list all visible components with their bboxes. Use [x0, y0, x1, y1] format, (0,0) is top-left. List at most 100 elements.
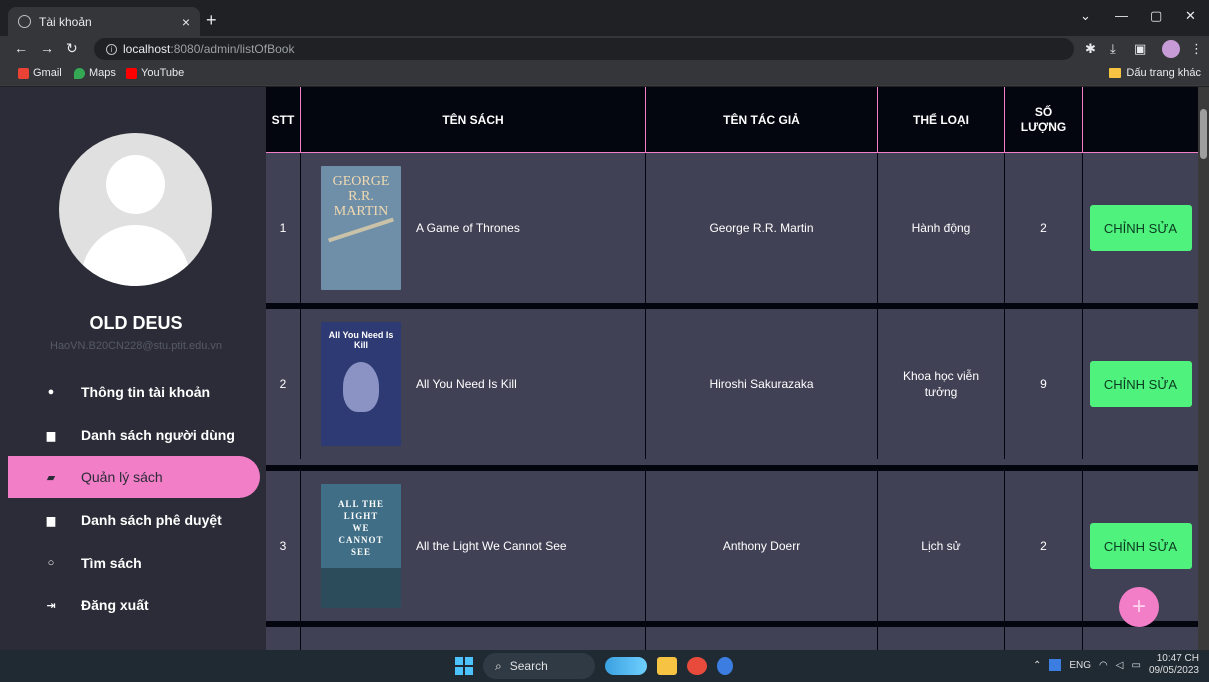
table-row: 2 All You Need Is Kill All You Need Is K… — [266, 309, 1198, 459]
windows-start-icon[interactable] — [455, 657, 473, 675]
page-content: OLD DEUS HaoVN.B20CN228@stu.ptit.edu.vn … — [0, 87, 1209, 650]
new-tab-button[interactable]: + — [206, 10, 217, 31]
book-open-icon: ▰ — [46, 471, 56, 484]
address-book-icon: ▆ — [46, 429, 56, 442]
sidebar-item-label: Đăng xuất — [81, 597, 149, 613]
chevron-up-icon[interactable]: ⌃ — [1033, 660, 1041, 671]
cell-author: Hiroshi Sakurazaka — [646, 309, 878, 459]
windows-taskbar: ⌕ Search ⌃ ENG ◠ ◁ ▭ 10:47 CH 09/05/2023 — [0, 650, 1209, 682]
cell-quantity: 2 — [1005, 153, 1083, 303]
app-tray-icon[interactable] — [1049, 659, 1062, 671]
book-icon: ▆ — [46, 514, 56, 527]
gmail-icon — [18, 67, 29, 79]
search-icon: ○ — [47, 557, 55, 569]
cell-quantity: 2 — [1005, 471, 1083, 621]
book-title: All the Light We Cannot See — [416, 539, 567, 553]
site-info-icon[interactable]: i — [106, 43, 117, 55]
menu-icon[interactable]: ⋮ — [1190, 41, 1203, 57]
language-indicator[interactable]: ENG — [1069, 660, 1091, 671]
forward-icon[interactable]: → — [40, 40, 54, 56]
book-cover-image: All You Need Is Kill — [321, 322, 401, 446]
header-quantity: SỐ LƯỢNG — [1005, 87, 1083, 153]
page-scrollbar[interactable] — [1198, 87, 1209, 650]
cell-title: ALL THE LIGHT WE CANNOT SEE All the Ligh… — [301, 471, 646, 621]
sidebar-item-book-management[interactable]: ▰ Quản lý sách — [8, 456, 260, 498]
book-table: STT TÊN SÁCH TÊN TÁC GIẢ THỂ LOẠI SỐ LƯỢ… — [266, 87, 1198, 650]
cell-title: All You Need Is Kill All You Need Is Kil… — [301, 309, 646, 459]
username: OLD DEUS — [89, 313, 183, 333]
sidebar-item-logout[interactable]: ⇥ Đăng xuất — [8, 584, 260, 626]
download-icon[interactable]: ⤓ — [1110, 41, 1116, 57]
file-explorer-icon[interactable] — [657, 657, 677, 675]
other-bookmarks[interactable]: Dấu trang khác — [1109, 67, 1201, 79]
search-icon: ⌕ — [495, 658, 502, 673]
app-icon[interactable] — [717, 657, 733, 675]
cell-stt: 1 — [266, 153, 301, 303]
close-tab-icon[interactable]: × — [182, 14, 190, 30]
user-email: HaoVN.B20CN228@stu.ptit.edu.vn — [50, 340, 222, 352]
reload-icon[interactable]: ↻ — [66, 40, 78, 57]
sidebar-item-label: Danh sách phê duyệt — [81, 512, 222, 528]
cell-stt: 2 — [266, 309, 301, 459]
bookmark-maps[interactable]: Maps — [74, 67, 116, 79]
url-path: :8080/admin/listOfBook — [170, 42, 295, 56]
maps-icon — [74, 67, 85, 79]
battery-icon[interactable]: ▭ — [1131, 660, 1140, 671]
browser-tab-strip: Tài khoản × + ⌄ — ▢ ✕ — [0, 0, 1209, 36]
book-title: All You Need Is Kill — [416, 377, 517, 391]
widgets-icon[interactable] — [605, 657, 647, 675]
close-window-icon[interactable]: ✕ — [1185, 8, 1196, 24]
book-cover-image: GEORGE R.R. MARTIN — [321, 166, 401, 290]
extensions-icon[interactable]: ✱ — [1085, 41, 1096, 57]
sidebar: OLD DEUS HaoVN.B20CN228@stu.ptit.edu.vn … — [0, 87, 266, 650]
bookmark-youtube[interactable]: YouTube — [126, 67, 184, 79]
globe-icon — [18, 15, 31, 28]
header-title: TÊN SÁCH — [301, 87, 646, 153]
sign-out-icon: ⇥ — [46, 599, 56, 612]
scrollbar-thumb[interactable] — [1200, 109, 1207, 159]
taskbar-apps: ⌕ Search — [455, 653, 733, 679]
profile-avatar[interactable] — [1162, 40, 1180, 58]
volume-icon[interactable]: ◁ — [1116, 660, 1124, 671]
tab-search-icon[interactable]: ⌄ — [1080, 8, 1091, 24]
back-icon[interactable]: ← — [14, 40, 28, 56]
url-host: localhost — [123, 42, 171, 56]
sidebar-item-user-list[interactable]: ▆ Danh sách người dùng — [8, 414, 260, 456]
chrome-icon[interactable] — [687, 657, 707, 675]
sidebar-item-label: Tìm sách — [81, 555, 142, 571]
header-stt: STT — [266, 87, 301, 153]
cell-action: CHỈNH SỬA — [1083, 309, 1198, 459]
table-row: 3 ALL THE LIGHT WE CANNOT SEE All the Li… — [266, 471, 1198, 621]
bookmark-gmail[interactable]: Gmail — [18, 67, 62, 79]
book-title: A Game of Thrones — [416, 221, 520, 235]
edit-button[interactable]: CHỈNH SỬA — [1089, 361, 1192, 407]
edit-button[interactable]: CHỈNH SỬA — [1089, 205, 1192, 251]
youtube-icon — [126, 67, 137, 79]
add-book-button[interactable]: + — [1119, 587, 1159, 627]
table-row — [266, 627, 1198, 650]
avatar — [59, 133, 212, 286]
cell-quantity: 9 — [1005, 309, 1083, 459]
edit-button[interactable]: CHỈNH SỬA — [1089, 523, 1192, 569]
sidebar-item-approval-list[interactable]: ▆ Danh sách phê duyệt — [8, 499, 260, 541]
maximize-icon[interactable]: ▢ — [1150, 8, 1162, 24]
browser-tab[interactable]: Tài khoản × — [8, 7, 200, 36]
user-icon: ● — [47, 386, 55, 398]
folder-icon — [1109, 68, 1122, 78]
cell-genre: Lịch sử — [878, 471, 1005, 621]
table-row: 1 GEORGE R.R. MARTIN A Game of Thrones G… — [266, 153, 1198, 303]
taskbar-search[interactable]: ⌕ Search — [483, 653, 595, 679]
minimize-icon[interactable]: — — [1115, 8, 1128, 23]
sidebar-item-search-books[interactable]: ○ Tìm sách — [8, 542, 260, 584]
table-header: STT TÊN SÁCH TÊN TÁC GIẢ THỂ LOẠI SỐ LƯỢ… — [266, 87, 1198, 153]
clock[interactable]: 10:47 CH 09/05/2023 — [1149, 653, 1199, 677]
screen: Tài khoản × + ⌄ — ▢ ✕ ← → ↻ i localhost … — [0, 0, 1209, 682]
address-bar[interactable]: i localhost :8080/admin/listOfBook — [94, 38, 1074, 60]
browser-toolbar: ← → ↻ i localhost :8080/admin/listOfBook… — [0, 36, 1209, 62]
sidebar-item-label: Thông tin tài khoản — [81, 384, 211, 400]
sidebar-item-label: Quản lý sách — [81, 469, 163, 485]
sidebar-item-account-info[interactable]: ● Thông tin tài khoản — [8, 371, 260, 413]
side-panel-icon[interactable]: ▣ — [1134, 41, 1146, 57]
header-genre: THỂ LOẠI — [878, 87, 1005, 153]
wifi-icon[interactable]: ◠ — [1099, 660, 1108, 671]
